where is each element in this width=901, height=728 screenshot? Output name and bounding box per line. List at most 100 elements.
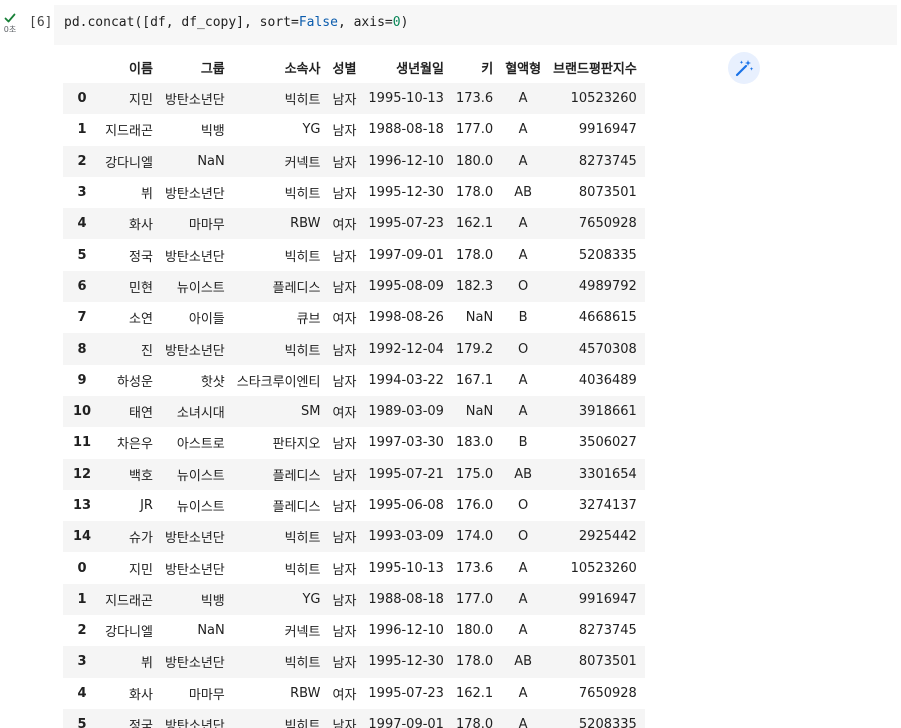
column-header: 키: [481, 62, 494, 77]
row-index: 13: [73, 498, 92, 513]
column-header: 성별: [332, 62, 357, 77]
table-cell: 남자: [332, 280, 357, 296]
table-cell: 7650928: [578, 685, 637, 701]
table-cell: 182.3: [455, 278, 494, 294]
row-index: 12: [73, 466, 92, 482]
table-cell: A: [518, 560, 528, 576]
table-cell: AB: [514, 185, 533, 201]
table-cell: B: [518, 435, 528, 451]
table-cell: 방탄소년단: [164, 656, 225, 672]
row-index: 4: [77, 216, 87, 232]
table-cell: 183.0: [455, 435, 494, 451]
table-cell: AB: [514, 654, 533, 670]
table-cell: 178.0: [455, 247, 494, 263]
table-cell: 빅히트: [284, 656, 321, 672]
table-cell: 3274137: [578, 498, 637, 513]
table-cell: 남자: [332, 437, 357, 453]
row-index: 7: [77, 310, 87, 326]
column-header: 브랜드평판지수: [553, 62, 637, 77]
row-index: 2: [77, 623, 87, 639]
table-cell: 1995-10-13: [368, 560, 444, 576]
table-cell: 5208335: [578, 247, 637, 263]
table-cell: 플레디스: [272, 280, 321, 296]
table-cell: 10523260: [570, 560, 637, 576]
table-cell: 남자: [332, 155, 357, 171]
table-cell: A: [518, 404, 528, 420]
table-cell: 플레디스: [272, 468, 321, 484]
table-cell: 1995-10-13: [368, 91, 444, 107]
table-cell: 1995-12-30: [368, 185, 444, 201]
table-cell: 8273745: [578, 623, 637, 639]
cell-run-status[interactable]: 0초: [0, 12, 20, 35]
table-cell: 175.0: [455, 466, 494, 482]
table-cell: 지드래곤: [105, 124, 153, 140]
table-cell: 강다니엘: [105, 625, 153, 641]
row-index: 5: [77, 247, 87, 263]
table-cell: 남자: [332, 93, 357, 109]
table-cell: 3506027: [578, 435, 637, 451]
column-header: 소속사: [284, 62, 321, 77]
row-index: 1: [77, 122, 87, 138]
table-cell: NaN: [197, 153, 225, 169]
table-cell: 빅히트: [284, 249, 321, 265]
table-cell: 남자: [332, 656, 357, 672]
row-index: 9: [77, 372, 87, 388]
table-row: 4 화사 마마무 RBW 여자 1995-07-23 162.1 A 7650928: [63, 208, 645, 240]
table-cell: 방탄소년단: [164, 187, 225, 203]
table-cell: 소녀시대: [176, 406, 225, 422]
table-cell: AB: [514, 466, 533, 482]
row-index: 0: [77, 560, 87, 576]
table-cell: SM: [301, 404, 321, 420]
table-cell: 여자: [332, 218, 357, 234]
table-cell: A: [518, 717, 528, 728]
table-cell: O: [518, 278, 529, 294]
table-body: 0 지민 방탄소년단 빅히트 남자 1995-10-13 173.6 A 10523260 1 지드…: [63, 83, 645, 728]
table-cell: A: [518, 247, 528, 263]
table-row: 3 뷔 방탄소년단 빅히트 남자 1995-12-30 178.0 AB 8073501: [63, 646, 645, 678]
row-index: 11: [73, 435, 92, 451]
table-cell: 5208335: [578, 717, 637, 728]
table-cell: 남자: [332, 249, 357, 265]
table-cell: 민현: [129, 280, 153, 296]
code-editor[interactable]: pd.concat([df, df_copy], sort=False, axi…: [54, 5, 897, 45]
table-cell: 남자: [332, 500, 357, 515]
table-cell: 핫샷: [200, 374, 225, 390]
table-cell: 아이들: [188, 312, 225, 328]
table-cell: 1992-12-04: [368, 341, 444, 357]
table-cell: 180.0: [455, 153, 494, 169]
table-cell: 4036489: [578, 372, 637, 388]
table-cell: 빅히트: [284, 93, 321, 109]
table-cell: 1989-03-09: [368, 404, 444, 420]
table-cell: 1996-12-10: [368, 623, 444, 639]
table-row: 6 민현 뉴이스트 플레디스 남자 1995-08-09 182.3 O 4989792: [63, 270, 645, 303]
table-cell: 남자: [332, 374, 357, 390]
table-cell: 여자: [332, 406, 357, 422]
table-cell: 남자: [332, 343, 357, 359]
table-cell: 178.0: [455, 654, 494, 670]
table-cell: 8073501: [578, 654, 637, 670]
table-cell: A: [518, 591, 528, 607]
table-row: 12 백호 뉴이스트 플레디스 남자 1995-07-21 175.0 AB 3301654: [63, 458, 645, 490]
table-cell: 하성운: [117, 374, 153, 390]
check-icon: [4, 13, 16, 23]
table-cell: 뉴이스트: [176, 280, 225, 296]
notebook-cell: 0초 [6] pd.concat([df, df_copy], sort=Fal…: [0, 0, 901, 728]
table-row: 0 지민 방탄소년단 빅히트 남자 1995-10-13 173.6 A 10523260: [63, 83, 645, 115]
table-cell: 167.1: [455, 372, 494, 388]
table-cell: 마마무: [188, 218, 225, 234]
table-cell: 빅히트: [284, 343, 321, 359]
table-row: 14 슈가 방탄소년단 빅히트 남자 1993-03-09 174.0 O 2925442: [63, 521, 645, 553]
table-cell: 커넥트: [284, 625, 321, 641]
table-cell: 9916947: [578, 122, 637, 138]
table-cell: 진: [140, 343, 153, 359]
table-cell: 1995-07-23: [368, 216, 444, 232]
table-cell: 4668615: [578, 310, 637, 326]
table-cell: 마마무: [188, 687, 225, 703]
table-cell: 아스트로: [176, 437, 225, 453]
table-cell: 소연: [129, 312, 153, 328]
table-row: 7 소연 아이들 큐브 여자 1998-08-26 NaN B 4668615: [63, 302, 645, 334]
table-cell: 남자: [332, 124, 357, 140]
table-cell: 174.0: [455, 529, 494, 545]
table-cell: NaN: [197, 623, 225, 639]
magic-wand-button[interactable]: [728, 52, 760, 84]
